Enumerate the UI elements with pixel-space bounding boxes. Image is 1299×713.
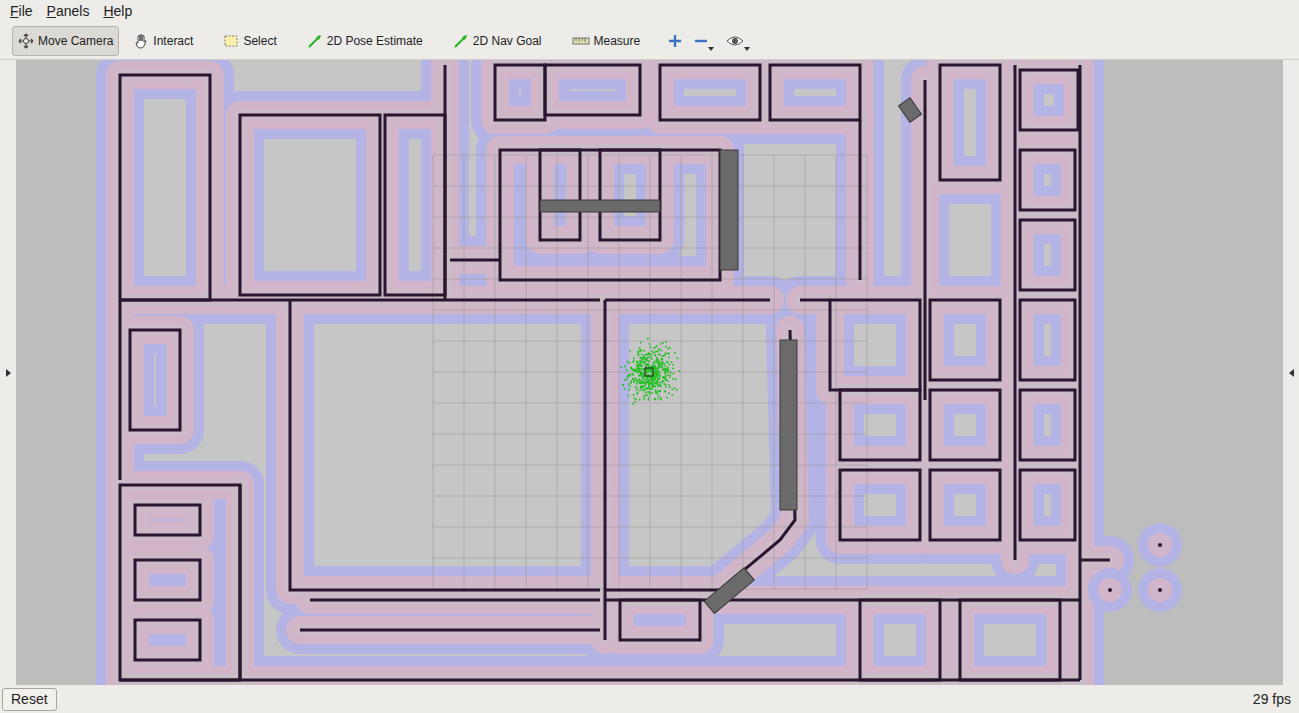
status-bar: Reset 29 fps: [0, 685, 1299, 713]
hand-icon: [133, 33, 149, 49]
dropdown-caret-icon: [744, 47, 750, 51]
expand-right-arrow-icon: [6, 369, 11, 377]
tool-button[interactable]: 2D Pose Estimate: [301, 26, 429, 56]
main-area: [0, 60, 1299, 685]
zoom-out-button[interactable]: [690, 29, 718, 53]
tool-button[interactable]: Interact: [127, 26, 199, 56]
menu-bar: File Panels Help: [0, 0, 1299, 22]
robot-marker: [645, 368, 653, 376]
green-arrow-icon: [307, 33, 323, 49]
toolbar: Move Camera Interact Select 2D Pose Estimat…: [0, 22, 1299, 60]
plus-icon: [668, 34, 682, 48]
move-camera-icon: [18, 33, 34, 49]
select-box-icon: [223, 33, 239, 49]
minus-icon: [694, 34, 708, 48]
green-arrow-icon: [453, 33, 469, 49]
tool-button[interactable]: Move Camera: [12, 26, 119, 56]
left-dock-toggle[interactable]: [0, 60, 16, 685]
particle-cloud: [620, 338, 680, 405]
zoom-in-button[interactable]: [664, 29, 686, 53]
menu-item[interactable]: File: [10, 1, 33, 22]
right-dock-toggle[interactable]: [1283, 60, 1299, 685]
menu-item[interactable]: Panels: [47, 1, 90, 22]
tool-button[interactable]: 2D Nav Goal: [447, 26, 548, 56]
reset-button[interactable]: Reset: [2, 688, 57, 711]
dropdown-caret-icon: [708, 47, 714, 51]
ruler-icon: [572, 33, 590, 49]
view-button[interactable]: [722, 29, 754, 53]
menu-item[interactable]: Help: [103, 1, 132, 22]
tool-button[interactable]: Measure: [566, 26, 647, 56]
rviz-window: File Panels Help Move Camera Interact Select 2…: [0, 0, 1299, 713]
tool-button[interactable]: Select: [217, 26, 282, 56]
expand-left-arrow-icon: [1289, 369, 1294, 377]
map-view[interactable]: [16, 60, 1283, 685]
eye-icon: [726, 35, 744, 47]
fps-readout: 29 fps: [1253, 689, 1297, 710]
